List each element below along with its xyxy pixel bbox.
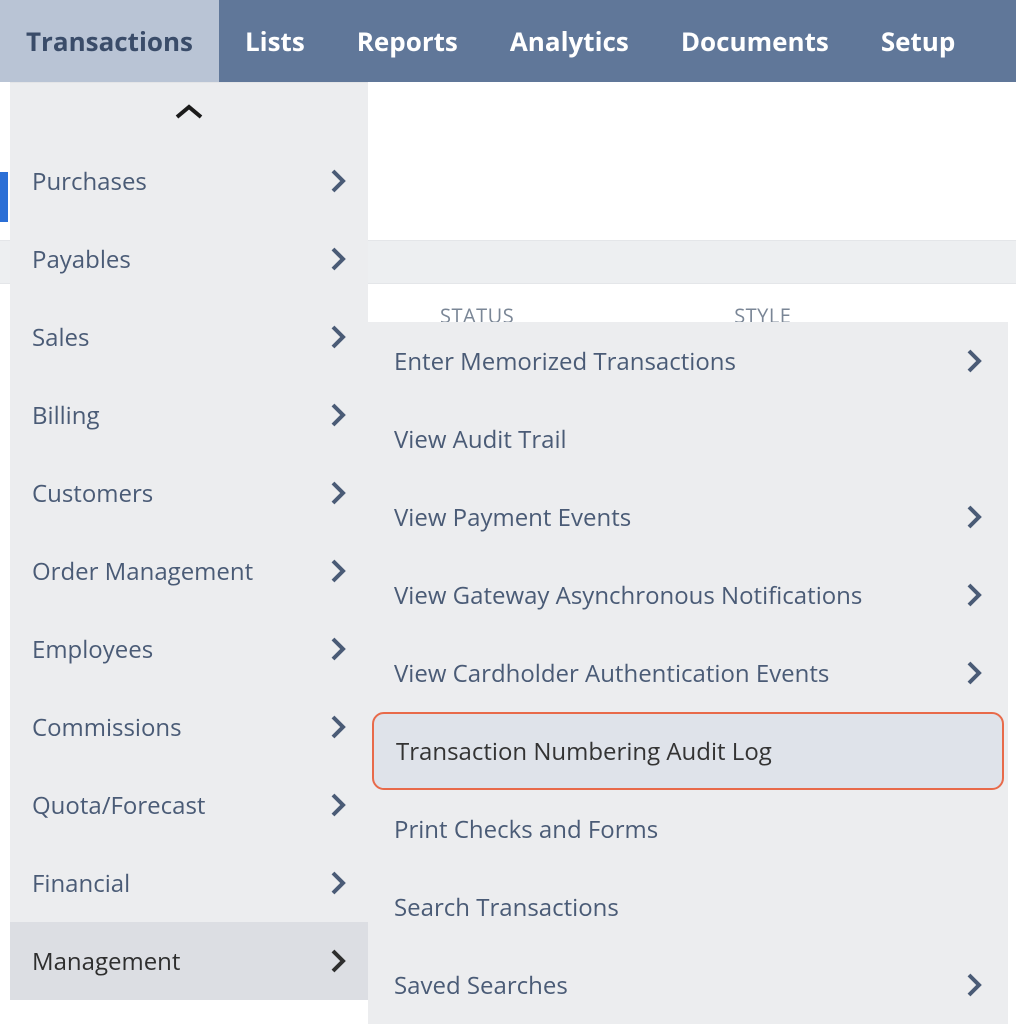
- menu-item-commissions[interactable]: Commissions: [10, 688, 368, 766]
- menu-item-label: Commissions: [32, 711, 182, 744]
- chevron-right-icon: [330, 402, 346, 428]
- chevron-right-icon: [330, 168, 346, 194]
- nav-tab-transactions[interactable]: Transactions: [0, 0, 219, 82]
- menu-item-quota-forecast[interactable]: Quota/Forecast: [10, 766, 368, 844]
- chevron-right-icon: [330, 870, 346, 896]
- nav-tab-label: Reports: [357, 23, 458, 59]
- submenu-item-label: Transaction Numbering Audit Log: [396, 735, 772, 768]
- nav-tab-documents[interactable]: Documents: [655, 0, 855, 82]
- chevron-right-icon: [966, 582, 982, 608]
- submenu-item-view-payment-events[interactable]: View Payment Events: [368, 478, 1008, 556]
- menu-item-financial[interactable]: Financial: [10, 844, 368, 922]
- menu-item-label: Management: [32, 945, 180, 978]
- menu-item-label: Payables: [32, 243, 131, 276]
- nav-tab-setup[interactable]: Setup: [855, 0, 982, 82]
- nav-tab-label: Transactions: [26, 23, 193, 59]
- menu-item-management[interactable]: Management: [10, 922, 368, 1000]
- submenu-item-label: Enter Memorized Transactions: [394, 345, 736, 378]
- nav-tab-label: Setup: [881, 23, 956, 59]
- chevron-right-icon: [966, 348, 982, 374]
- chevron-right-icon: [330, 714, 346, 740]
- submenu-item-label: View Payment Events: [394, 501, 631, 534]
- active-indicator: [0, 172, 8, 222]
- chevron-right-icon: [966, 972, 982, 998]
- menu-item-label: Billing: [32, 399, 100, 432]
- submenu-item-label: View Cardholder Authentication Events: [394, 657, 829, 690]
- submenu-item-transaction-numbering-audit-log[interactable]: Transaction Numbering Audit Log: [372, 712, 1004, 790]
- chevron-right-icon: [330, 948, 346, 974]
- menu-item-payables[interactable]: Payables: [10, 220, 368, 298]
- submenu-item-saved-searches[interactable]: Saved Searches: [368, 946, 1008, 1024]
- transactions-dropdown: Purchases Payables Sales Billing Custome…: [10, 82, 368, 1000]
- submenu-item-enter-memorized-transactions[interactable]: Enter Memorized Transactions: [368, 322, 1008, 400]
- chevron-right-icon: [330, 246, 346, 272]
- submenu-item-view-gateway-asynchronous-notifications[interactable]: View Gateway Asynchronous Notifications: [368, 556, 1008, 634]
- chevron-right-icon: [330, 558, 346, 584]
- chevron-right-icon: [330, 636, 346, 662]
- submenu-item-label: View Gateway Asynchronous Notifications: [394, 579, 862, 612]
- menu-item-label: Employees: [32, 633, 153, 666]
- submenu-item-label: Search Transactions: [394, 891, 619, 924]
- menu-item-label: Financial: [32, 867, 130, 900]
- management-submenu: Enter Memorized Transactions View Audit …: [368, 322, 1008, 1024]
- menu-item-employees[interactable]: Employees: [10, 610, 368, 688]
- menu-item-label: Quota/Forecast: [32, 789, 205, 822]
- menu-item-customers[interactable]: Customers: [10, 454, 368, 532]
- menu-item-label: Order Management: [32, 555, 253, 588]
- chevron-right-icon: [966, 504, 982, 530]
- submenu-item-print-checks-and-forms[interactable]: Print Checks and Forms: [368, 790, 1008, 868]
- nav-tab-reports[interactable]: Reports: [331, 0, 484, 82]
- menu-item-order-management[interactable]: Order Management: [10, 532, 368, 610]
- submenu-item-search-transactions[interactable]: Search Transactions: [368, 868, 1008, 946]
- menu-item-billing[interactable]: Billing: [10, 376, 368, 454]
- menu-item-label: Sales: [32, 321, 89, 354]
- nav-tab-analytics[interactable]: Analytics: [484, 0, 655, 82]
- chevron-right-icon: [330, 792, 346, 818]
- chevron-right-icon: [966, 660, 982, 686]
- nav-tab-lists[interactable]: Lists: [219, 0, 331, 82]
- submenu-item-view-cardholder-authentication-events[interactable]: View Cardholder Authentication Events: [368, 634, 1008, 712]
- nav-tab-label: Lists: [245, 23, 305, 59]
- submenu-item-label: Print Checks and Forms: [394, 813, 658, 846]
- scroll-up-button[interactable]: [10, 82, 368, 142]
- chevron-right-icon: [330, 480, 346, 506]
- menu-item-sales[interactable]: Sales: [10, 298, 368, 376]
- submenu-item-label: Saved Searches: [394, 969, 568, 1002]
- submenu-item-label: View Audit Trail: [394, 423, 567, 456]
- menu-item-label: Customers: [32, 477, 153, 510]
- top-nav: Transactions Lists Reports Analytics Doc…: [0, 0, 1016, 82]
- nav-tab-label: Analytics: [510, 23, 629, 59]
- chevron-right-icon: [330, 324, 346, 350]
- menu-item-purchases[interactable]: Purchases: [10, 142, 368, 220]
- menu-item-label: Purchases: [32, 165, 147, 198]
- chevron-up-icon: [174, 103, 204, 121]
- nav-tab-label: Documents: [681, 23, 829, 59]
- submenu-item-view-audit-trail[interactable]: View Audit Trail: [368, 400, 1008, 478]
